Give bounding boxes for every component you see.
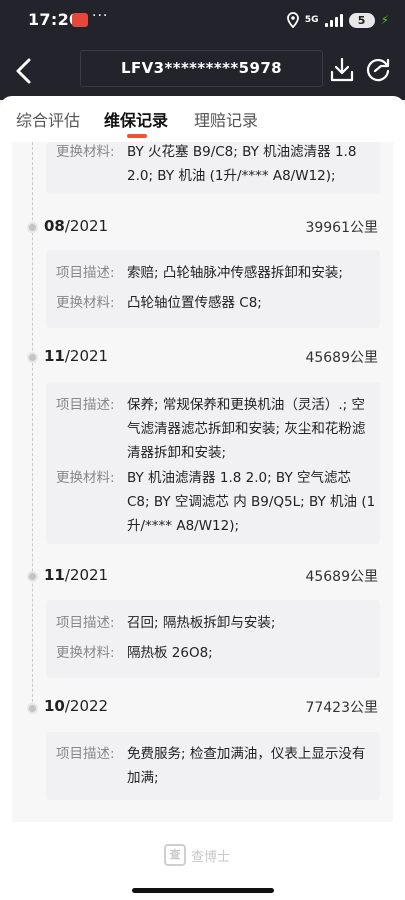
desc-value: 保养; 常规保养和更换机油（灵活）.; 空气滤清器滤芯拆卸和安装; 灰尘和花粉滤… xyxy=(127,397,366,461)
parts-label: 更换材料: xyxy=(56,144,115,160)
record-date: 11/2021 xyxy=(44,347,108,365)
active-tab-indicator xyxy=(127,134,147,138)
signal-icon xyxy=(324,13,343,27)
network-type: 5G xyxy=(304,15,319,25)
record-date: 08/2021 xyxy=(44,217,108,235)
parts-label: 更换材料: xyxy=(56,645,115,661)
vin-title: LFV3*********5978 xyxy=(80,50,323,87)
more-notifications-icon: ··· xyxy=(92,8,109,24)
parts-row: 更换材料: BY 机油滤清器 1.8 2.0; BY 空气滤芯 C8; BY 空… xyxy=(56,466,376,538)
desc-row: 项目描述: 免费服务; 检查加满油，仪表上显示没有加满; xyxy=(56,742,376,790)
brand-logo-icon: 查 xyxy=(164,844,186,866)
record-year: /2022 xyxy=(64,697,109,715)
desc-label: 项目描述: xyxy=(56,615,115,631)
status-bar: 17:20 ··· 5G 5 ⚡ xyxy=(0,0,405,40)
desc-value: 索赔; 凸轮轴脉冲传感器拆卸和安装; xyxy=(127,265,343,281)
desc-value: 免费服务; 检查加满油，仪表上显示没有加满; xyxy=(127,746,366,786)
timeline-dot xyxy=(27,571,38,582)
tab-maintenance-records[interactable]: 维保记录 xyxy=(104,107,168,131)
brand-name: 查博士 xyxy=(191,849,231,865)
record-mileage: 45689公里 xyxy=(305,350,378,366)
share-icon xyxy=(366,58,390,82)
record-month: 11 xyxy=(44,347,65,365)
record-date: 10/2022 xyxy=(44,697,108,715)
desc-label: 项目描述: xyxy=(56,397,115,413)
tab-overall-assessment[interactable]: 综合评估 xyxy=(16,107,80,131)
parts-row: 更换材料: BY 火花塞 B9/C8; BY 机油滤清器 1.8 2.0; BY… xyxy=(56,140,376,188)
desc-row: 项目描述: 索赔; 凸轮轴脉冲传感器拆卸和安装; xyxy=(56,261,376,285)
status-icons: 5G 5 ⚡ xyxy=(287,11,389,29)
parts-value: BY 机油滤清器 1.8 2.0; BY 空气滤芯 C8; BY 空调滤芯 内 … xyxy=(127,470,376,534)
brand-watermark: 查 查博士 xyxy=(164,842,244,868)
record-year: /2021 xyxy=(64,217,109,235)
record-mileage: 77423公里 xyxy=(305,700,378,716)
record-date: 11/2021 xyxy=(44,566,108,584)
tab-bar: 综合评估 维保记录 理赔记录 xyxy=(0,96,405,142)
parts-value: BY 火花塞 B9/C8; BY 机油滤清器 1.8 2.0; BY 机油 (1… xyxy=(127,144,357,184)
record-month: 08 xyxy=(44,217,65,235)
desc-label: 项目描述: xyxy=(56,746,115,762)
timeline-dot xyxy=(27,703,38,714)
parts-row: 更换材料: 凸轮轴位置传感器 C8; xyxy=(56,291,376,315)
record-month: 10 xyxy=(44,697,65,715)
location-icon xyxy=(287,12,299,28)
parts-value: 隔热板 26O8; xyxy=(127,645,213,661)
charging-icon: ⚡ xyxy=(380,13,389,27)
timeline-dot xyxy=(27,352,38,363)
record-year: /2021 xyxy=(64,347,109,365)
record-year: /2021 xyxy=(64,566,109,584)
back-button[interactable] xyxy=(10,56,38,86)
parts-row: 更换材料: 隔热板 26O8; xyxy=(56,641,376,665)
share-button[interactable] xyxy=(364,56,392,84)
parts-label: 更换材料: xyxy=(56,470,115,486)
parts-value: 凸轮轴位置传感器 C8; xyxy=(127,295,262,311)
record-mileage: 39961公里 xyxy=(305,220,378,236)
download-icon xyxy=(330,57,354,82)
desc-label: 项目描述: xyxy=(56,265,115,281)
record-month: 11 xyxy=(44,566,65,584)
desc-row: 项目描述: 召回; 隔热板拆卸与安装; xyxy=(56,611,376,635)
battery-icon: 5 xyxy=(348,12,375,28)
home-indicator[interactable] xyxy=(132,888,274,893)
parts-label: 更换材料: xyxy=(56,295,115,311)
download-button[interactable] xyxy=(329,56,355,84)
record-mileage: 45689公里 xyxy=(305,569,378,585)
timeline-dot xyxy=(27,222,38,233)
desc-row: 项目描述: 保养; 常规保养和更换机油（灵活）.; 空气滤清器滤芯拆卸和安装; … xyxy=(56,393,376,465)
app-notification-icon xyxy=(72,13,88,27)
back-arrow-icon xyxy=(16,58,31,84)
tab-claim-records[interactable]: 理赔记录 xyxy=(194,107,258,131)
desc-value: 召回; 隔热板拆卸与安装; xyxy=(127,615,276,631)
